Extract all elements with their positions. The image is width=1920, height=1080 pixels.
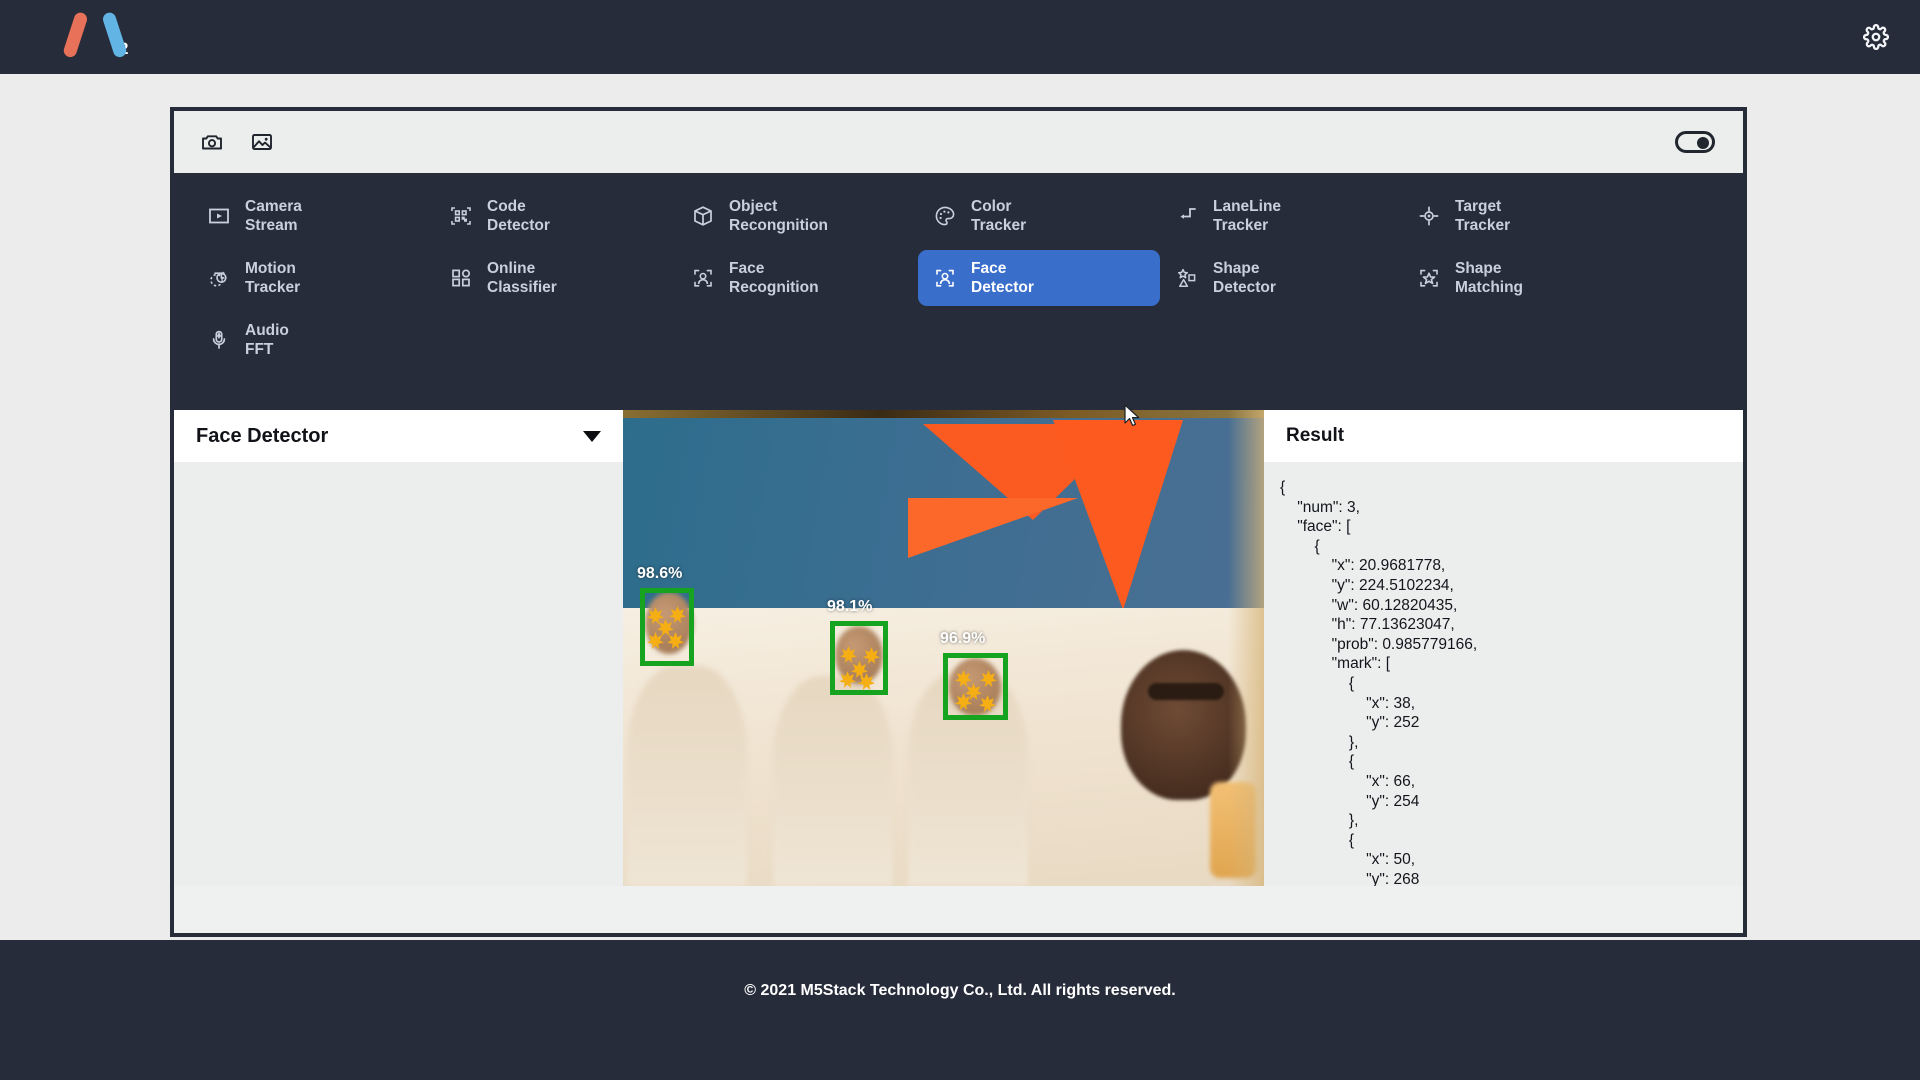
image-icon[interactable] [250,130,274,154]
motion-icon [206,265,232,291]
menu-item-label: Shape Detector [1213,260,1276,296]
menu-item-laneline-tracker[interactable]: LaneLine Tracker [1160,188,1402,244]
shape-detector-icon [1174,265,1200,291]
menu-item-label: Code Detector [487,198,550,234]
face-detection-box: 98.6% [637,565,694,666]
menu-item-label: Color Tracker [971,198,1027,234]
menu-item-label: Face Detector [971,260,1034,296]
video-preview[interactable]: 98.6% 98.1% 96.9% [623,410,1264,886]
menu-item-label: Online Classifier [487,260,557,296]
menu-item-shape-detector[interactable]: Shape Detector [1160,250,1402,306]
result-panel: Result { "num": 3, "face": [ { "x": 20.9… [1264,410,1743,886]
menu-item-camera-stream[interactable]: Camera Stream [192,188,434,244]
stream-toggle[interactable] [1675,131,1715,153]
left-panel-header[interactable]: Face Detector [174,410,623,462]
menu-item-object-recognition[interactable]: Object Recongnition [676,188,918,244]
menu-item-face-detector[interactable]: Face Detector [918,250,1160,306]
qr-code-icon [448,203,474,229]
cube-icon [690,203,716,229]
menu-item-label: Face Recognition [729,260,819,296]
camera-stream-icon [206,203,232,229]
microphone-icon [206,327,232,353]
app-logo[interactable]: 2 [62,10,128,61]
face-detection-box: 98.1% [827,598,888,695]
palette-icon [932,203,958,229]
menu-item-audio-fft[interactable]: Audio FFT [192,312,434,368]
face-detection-box: 96.9% [940,630,1008,720]
page-footer: © 2021 M5Stack Technology Co., Ltd. All … [0,940,1920,1080]
menu-row: Motion Tracker Online Classifier Face Re… [192,247,1725,309]
crosshair-icon [1416,203,1442,229]
result-panel-title: Result [1286,425,1345,446]
result-panel-header: Result [1264,410,1743,462]
laneline-icon [1174,203,1200,229]
menu-item-shape-matching[interactable]: Shape Matching [1402,250,1644,306]
chevron-down-icon[interactable] [583,430,601,442]
menu-item-label: Audio FFT [245,322,289,358]
top-bar: 2 [0,0,1920,74]
menu-item-label: LaneLine Tracker [1213,198,1282,234]
menu-item-target-tracker[interactable]: Target Tracker [1402,188,1644,244]
shape-matching-icon [1416,265,1442,291]
left-panel-title: Face Detector [196,424,329,447]
menu-item-online-classifier[interactable]: Online Classifier [434,250,676,306]
camera-icon[interactable] [200,130,224,154]
menu-item-label: Camera Stream [245,198,302,234]
menu-item-label: Target Tracker [1455,198,1511,234]
left-panel: Face Detector [174,410,623,886]
grid-shapes-icon [448,265,474,291]
face-detector-icon [932,265,958,291]
menu-row: Camera Stream Code Detector Object Recon… [192,185,1725,247]
menu-item-label: Motion Tracker [245,260,301,296]
result-panel-body[interactable]: { "num": 3, "face": [ { "x": 20.9681778,… [1264,462,1743,886]
detection-confidence-label: 98.6% [637,565,683,582]
v2-logo-icon [62,10,128,61]
video-frame [623,410,1264,886]
page-stage: Camera Stream Code Detector Object Recon… [0,74,1920,940]
menu-item-label: Object Recongnition [729,198,829,234]
menu-row: Audio FFT [192,309,1725,371]
menu-item-face-recognition[interactable]: Face Recognition [676,250,918,306]
menu-item-label: Shape Matching [1455,260,1524,296]
menu-item-code-detector[interactable]: Code Detector [434,188,676,244]
detection-confidence-label: 96.9% [940,630,986,647]
menu-item-motion-tracker[interactable]: Motion Tracker [192,250,434,306]
left-panel-body [174,462,623,886]
face-recognition-icon [690,265,716,291]
detection-confidence-label: 98.1% [827,598,873,615]
copyright-text: © 2021 M5Stack Technology Co., Ltd. All … [744,982,1176,999]
content-panes: Face Detector 98.6% 98.1% 96.9% Result {… [174,410,1743,886]
function-menu: Camera Stream Code Detector Object Recon… [174,173,1743,410]
card-toolbar [174,111,1743,173]
result-json-text: { "num": 3, "face": [ { "x": 20.9681778,… [1280,479,1478,886]
gear-icon[interactable] [1858,19,1894,55]
menu-item-color-tracker[interactable]: Color Tracker [918,188,1160,244]
app-card: Camera Stream Code Detector Object Recon… [170,107,1747,937]
mouse-cursor [1124,404,1141,433]
